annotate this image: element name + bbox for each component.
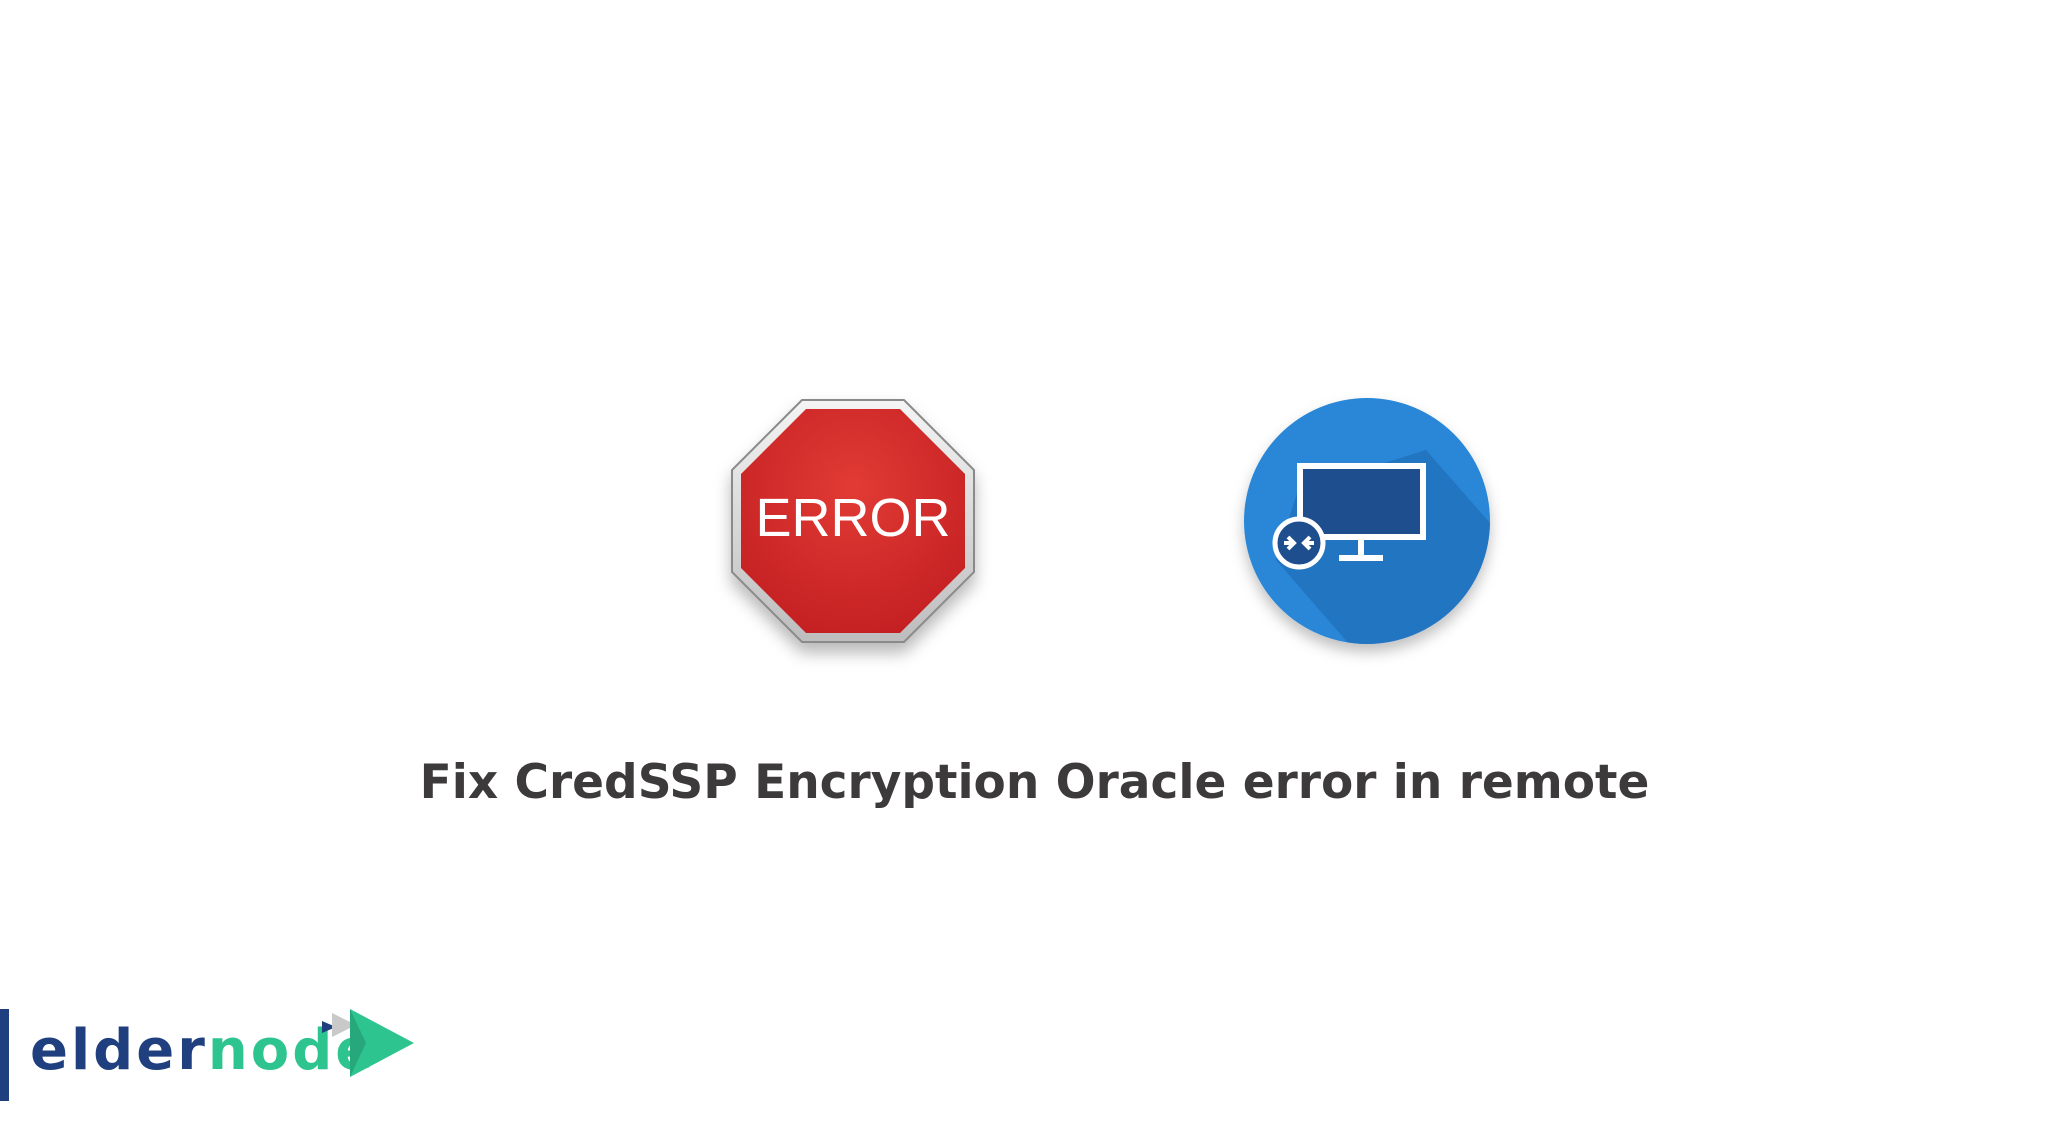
remote-desktop-graphic: [1244, 398, 1490, 644]
error-label: ERROR: [755, 488, 950, 548]
page-title: Fix CredSSP Encryption Oracle error in r…: [419, 755, 1650, 810]
stop-sign-graphic: ERROR: [731, 399, 975, 643]
logo-text-elder: elder: [30, 1018, 208, 1083]
eldernode-logo: eldernode: [0, 1003, 420, 1103]
play-arrow-icon: [322, 1003, 418, 1083]
remote-desktop-icon: [1236, 390, 1498, 652]
error-stop-sign-icon: ERROR: [730, 398, 976, 644]
logo-bar: [0, 1009, 9, 1101]
